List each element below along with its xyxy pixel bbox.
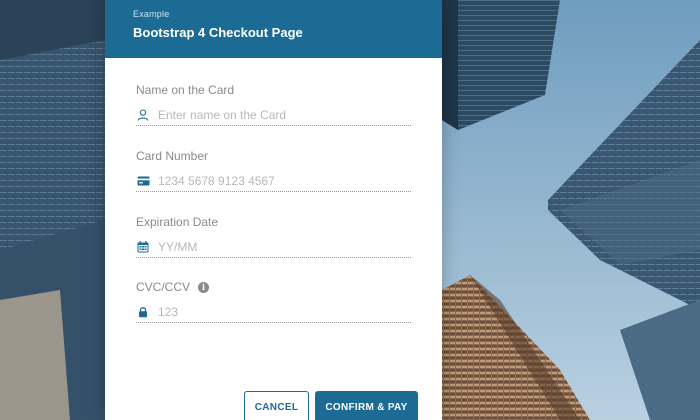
info-icon[interactable]: i [198, 281, 210, 293]
user-icon [136, 108, 150, 122]
expiration-date-row [136, 237, 411, 258]
page-title: Bootstrap 4 Checkout Page [133, 25, 303, 40]
card-header: Example Bootstrap 4 Checkout Page [105, 0, 442, 58]
name-on-card-input[interactable] [158, 106, 411, 124]
cancel-button[interactable]: CANCEL [244, 391, 309, 420]
card-number-field: Card Number [136, 149, 411, 192]
name-on-card-field: Name on the Card [136, 83, 411, 126]
name-on-card-row [136, 105, 411, 126]
credit-card-icon [136, 174, 150, 188]
checkout-card: Example Bootstrap 4 Checkout Page Name o… [105, 0, 442, 420]
cvc-field: CVC/CCV i [136, 280, 411, 323]
expiration-date-input[interactable] [158, 238, 411, 256]
expiration-date-label: Expiration Date [136, 215, 219, 229]
card-number-row [136, 171, 411, 192]
cvc-label: CVC/CCV [136, 280, 191, 294]
confirm-pay-button[interactable]: CONFIRM & PAY [315, 391, 418, 420]
name-on-card-label: Name on the Card [136, 83, 235, 97]
calendar-icon [136, 240, 150, 254]
expiration-date-field: Expiration Date [136, 215, 411, 258]
checkout-page: Example Bootstrap 4 Checkout Page Name o… [0, 0, 700, 420]
cvc-input[interactable] [158, 303, 411, 321]
card-number-label: Card Number [136, 149, 209, 163]
cvc-label-row: CVC/CCV i [136, 280, 411, 294]
header-eyebrow: Example [133, 9, 170, 19]
lock-icon [136, 305, 150, 319]
cvc-row [136, 302, 411, 323]
card-number-input[interactable] [158, 172, 411, 190]
